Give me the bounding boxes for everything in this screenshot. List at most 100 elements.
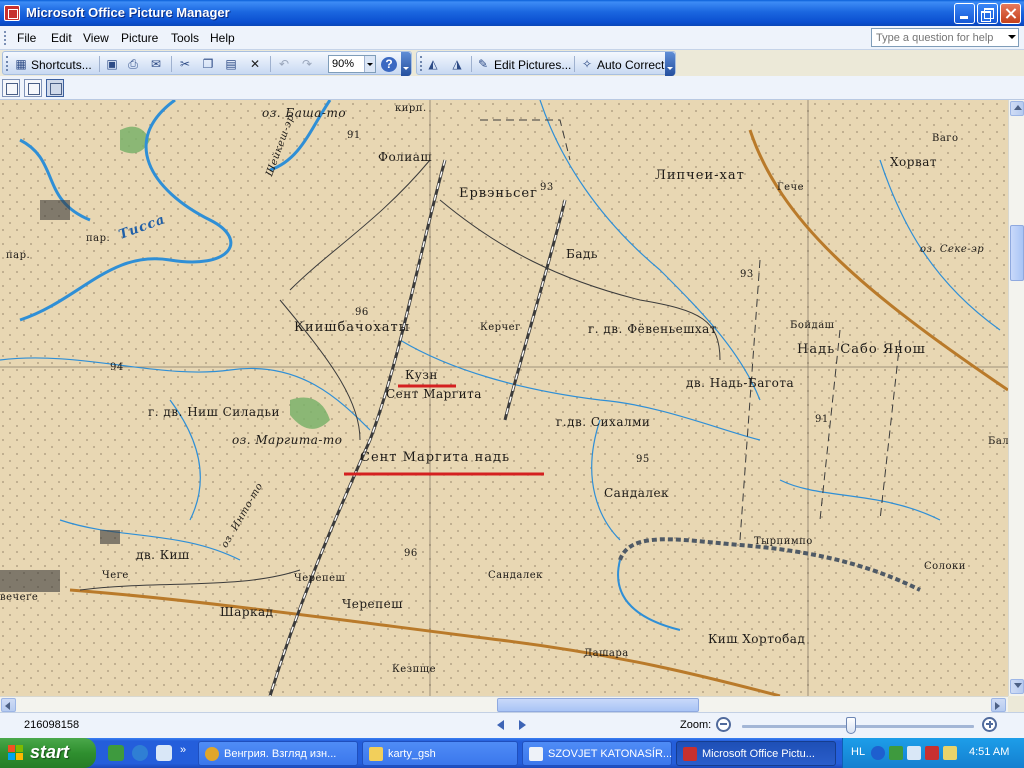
shortcuts-icon: ▦: [15, 57, 27, 71]
email-icon[interactable]: ✉: [148, 57, 164, 72]
map-label: Сандалек: [604, 486, 670, 500]
vertical-scroll-thumb[interactable]: [1010, 225, 1024, 281]
menu-bar: File Edit View Picture Tools Help: [0, 26, 1024, 50]
menu-file[interactable]: File: [17, 31, 36, 45]
zoom-out-icon[interactable]: [716, 717, 731, 732]
previous-picture-icon[interactable]: [495, 719, 507, 731]
scroll-left-arrow-icon[interactable]: [1, 698, 16, 712]
start-button[interactable]: start: [0, 738, 96, 768]
toolbar-band-standard: ▦ Shortcuts... ▣ ⎙ ✉ ✂ ❐ ▤ ✕ ↶ ↷ 90% ?: [2, 51, 412, 76]
menu-tools[interactable]: Tools: [171, 31, 199, 45]
scrollbar-corner: [1008, 696, 1024, 712]
rotate-left-icon[interactable]: ◭: [425, 57, 441, 72]
tray-utorrent-icon[interactable]: [889, 746, 903, 760]
edit-pictures-button[interactable]: Edit Pictures...: [494, 58, 571, 72]
map-label: Бойдаш: [790, 320, 835, 331]
picture-manager-icon: [683, 747, 697, 761]
tray-network-icon[interactable]: [907, 746, 921, 760]
map-label: Киишбачохаты: [294, 320, 411, 335]
toolbar-band-picture: ◭ ◮ ✎ Edit Pictures... ✧ Auto Correct: [416, 51, 676, 76]
shortcuts-button[interactable]: Shortcuts...: [31, 58, 92, 72]
save-icon[interactable]: ▣: [104, 57, 120, 72]
rotate-right-icon[interactable]: ◮: [449, 57, 465, 72]
help-search-input[interactable]: [872, 29, 1004, 46]
map-label: оз. Секе-эр: [920, 244, 985, 255]
taskbar-button-chrome[interactable]: Венгрия. Взгляд изн...: [198, 741, 358, 766]
map-label: Гече: [777, 182, 805, 193]
toolbar-options-chevron-icon[interactable]: [401, 52, 411, 76]
close-button[interactable]: [1000, 3, 1021, 24]
scroll-down-arrow-icon[interactable]: [1010, 679, 1024, 694]
scroll-right-arrow-icon[interactable]: [991, 698, 1006, 712]
toolbar-grip-handle[interactable]: [6, 56, 9, 71]
language-indicator[interactable]: HL: [851, 746, 865, 758]
cut-icon[interactable]: ✂: [177, 57, 193, 72]
horizontal-scroll-thumb[interactable]: [497, 698, 699, 712]
picture-view-map[interactable]: оз. Баша-то кирп. Фолиаш Ервэньсег Липче…: [0, 100, 1008, 696]
taskbar-button-label: Венгрия. Взгляд изн...: [224, 748, 337, 760]
vertical-scrollbar[interactable]: [1008, 100, 1024, 696]
map-height-mark: 95: [636, 454, 650, 465]
tray-expand-chevron-icon[interactable]: [871, 746, 885, 760]
delete-icon[interactable]: ✕: [247, 57, 263, 72]
taskbar-button-word[interactable]: SZOVJET KATONASÍR...: [522, 741, 672, 766]
auto-correct-icon: ✧: [581, 57, 593, 71]
tray-antivirus-icon[interactable]: [925, 746, 939, 760]
quicklaunch-utorrent-icon[interactable]: [108, 745, 124, 761]
copy-icon[interactable]: ❐: [200, 57, 216, 72]
auto-correct-button[interactable]: Auto Correct: [597, 58, 664, 72]
paste-icon[interactable]: ▤: [223, 57, 239, 72]
quicklaunch-app-icon[interactable]: [156, 745, 172, 761]
map-label: Шаркад: [220, 605, 274, 619]
undo-icon[interactable]: ↶: [276, 57, 292, 72]
horizontal-scrollbar[interactable]: [0, 696, 1008, 712]
help-dropdown-arrow-icon[interactable]: [1008, 35, 1016, 39]
zoom-dropdown-arrow-icon[interactable]: [364, 56, 375, 72]
map-label: Сандалек: [488, 570, 543, 581]
scroll-up-arrow-icon[interactable]: [1010, 101, 1024, 116]
map-label: Кезпще: [392, 664, 436, 675]
redo-icon[interactable]: ↷: [299, 57, 315, 72]
restore-button[interactable]: [977, 3, 998, 24]
print-icon[interactable]: ⎙: [125, 57, 141, 72]
picture-manager-app-icon[interactable]: [4, 5, 20, 21]
standard-toolbar: ▦ Shortcuts... ▣ ⎙ ✉ ✂ ❐ ▤ ✕ ↶ ↷ 90% ? ◭…: [0, 50, 1024, 76]
map-label: Киш Хортобад: [708, 632, 806, 646]
toolbar-options-chevron-icon[interactable]: [665, 52, 675, 76]
single-picture-view-button[interactable]: [46, 79, 64, 97]
map-label: Бадь: [566, 247, 598, 261]
menu-picture[interactable]: Picture: [121, 31, 158, 45]
zoom-slider-thumb[interactable]: [846, 717, 857, 734]
taskbar-button-label: SZOVJET KATONASÍR...: [548, 748, 673, 760]
menu-grip-handle[interactable]: [4, 31, 7, 45]
thumbnail-view-button[interactable]: [2, 79, 20, 97]
zoom-slider-track[interactable]: [742, 725, 974, 728]
menu-help[interactable]: Help: [210, 31, 235, 45]
map-label: Надь Сабо Янош: [797, 342, 926, 357]
map-label: Липчеи-хат: [655, 168, 745, 183]
menu-view[interactable]: View: [83, 31, 109, 45]
title-bar[interactable]: Microsoft Office Picture Manager: [0, 0, 1024, 26]
map-label: оз. Баша-то: [262, 106, 347, 120]
next-picture-icon[interactable]: [516, 719, 528, 731]
zoom-in-icon[interactable]: [982, 717, 997, 732]
filmstrip-view-button[interactable]: [24, 79, 42, 97]
help-search-box[interactable]: [871, 28, 1019, 47]
map-label: г. дв. Фёвеньешхат: [588, 322, 717, 336]
help-icon[interactable]: ?: [381, 57, 397, 72]
taskbar-button-picture-manager[interactable]: Microsoft Office Pictu...: [676, 741, 836, 766]
taskbar-button-folder[interactable]: karty_gsh: [362, 741, 518, 766]
toolbar-grip-handle[interactable]: [420, 56, 423, 71]
map-label: Сент Маргита: [386, 387, 482, 401]
quicklaunch-more-chevron-icon[interactable]: »: [180, 744, 186, 756]
zoom-combo-box[interactable]: 90%: [328, 55, 376, 73]
menu-edit[interactable]: Edit: [51, 31, 72, 45]
tray-display-icon[interactable]: [943, 746, 957, 760]
map-label: Чеге: [102, 570, 129, 581]
map-label: г.дв. Сихалми: [556, 415, 651, 429]
start-label: start: [30, 742, 70, 762]
quicklaunch-ie-icon[interactable]: [132, 745, 148, 761]
map-label: Хорват: [890, 155, 937, 169]
map-height-mark: 93: [740, 269, 754, 280]
minimize-button[interactable]: [954, 3, 975, 24]
